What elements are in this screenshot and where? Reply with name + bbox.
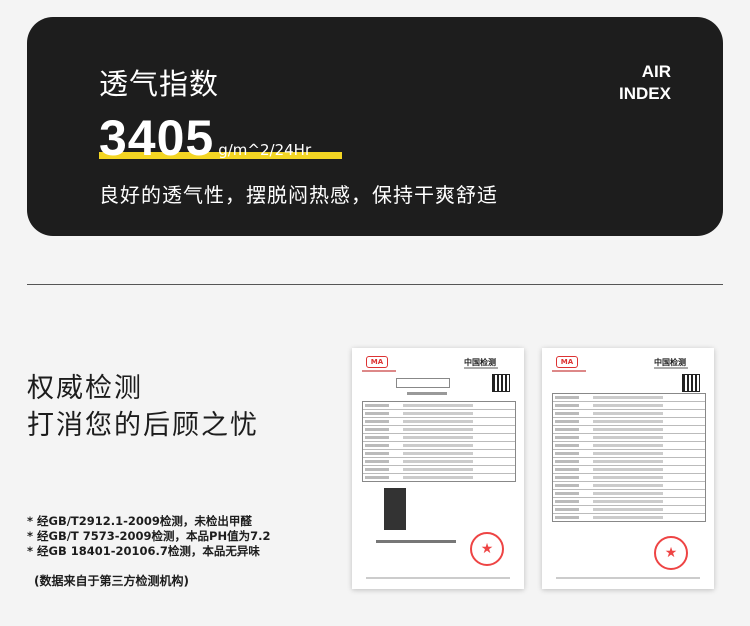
air-label-line2: INDEX [619,84,671,103]
air-index-title: 透气指数 [99,67,220,101]
air-index-subtitle: 良好的透气性，摆脱闷热感，保持干爽舒适 [99,183,498,207]
ma-logo: MA [366,356,388,368]
test-note-item: * 经GB/T 7573-2009检测，本品PH值为7.2 [27,529,271,543]
air-index-value-row: 3405 g/m^2/24Hr [99,109,342,169]
test-report-document-1: MA 中国检测 ★ [352,348,524,589]
ma-logo-caption [362,370,396,372]
air-index-unit: g/m^2/24Hr [218,141,312,159]
sample-photo [384,488,406,530]
star-icon: ★ [654,536,688,570]
document-table [552,393,706,522]
test-report-document-2: MA 中国检测 ★ [542,348,714,589]
document-footer [366,577,510,579]
star-icon: ★ [470,532,504,566]
data-source-note: (数据来自于第三方检测机构) [34,574,189,588]
authority-heading-line1: 权威检测 [27,373,143,404]
signature-line [376,540,456,543]
authority-heading-line2: 打消您的后顾之忧 [27,410,259,441]
ma-logo: MA [556,356,578,368]
section-divider [27,284,723,285]
document-table [362,401,516,482]
test-note-item: * 经GB 18401-20106.7检测，本品无异味 [27,544,260,558]
document-header-caption [654,367,688,369]
qr-code-icon [682,374,700,392]
test-note-item: * 经GB/T2912.1-2009检测，未检出甲醛 [27,514,252,528]
air-index-value: 3405 [99,110,215,166]
qr-code-icon [492,374,510,392]
document-header-caption [464,367,498,369]
air-index-label: AIR INDEX [619,61,671,105]
test-notes: * 经GB/T2912.1-2009检测，未检出甲醛 * 经GB/T 7573-… [27,514,270,559]
document-number [407,392,447,395]
document-title-box [396,378,450,388]
ma-logo-caption [552,370,586,372]
air-label-line1: AIR [641,62,671,81]
document-footer [556,577,700,579]
air-index-card: 透气指数 AIR INDEX 3405 g/m^2/24Hr 良好的透气性，摆脱闷… [27,17,723,236]
